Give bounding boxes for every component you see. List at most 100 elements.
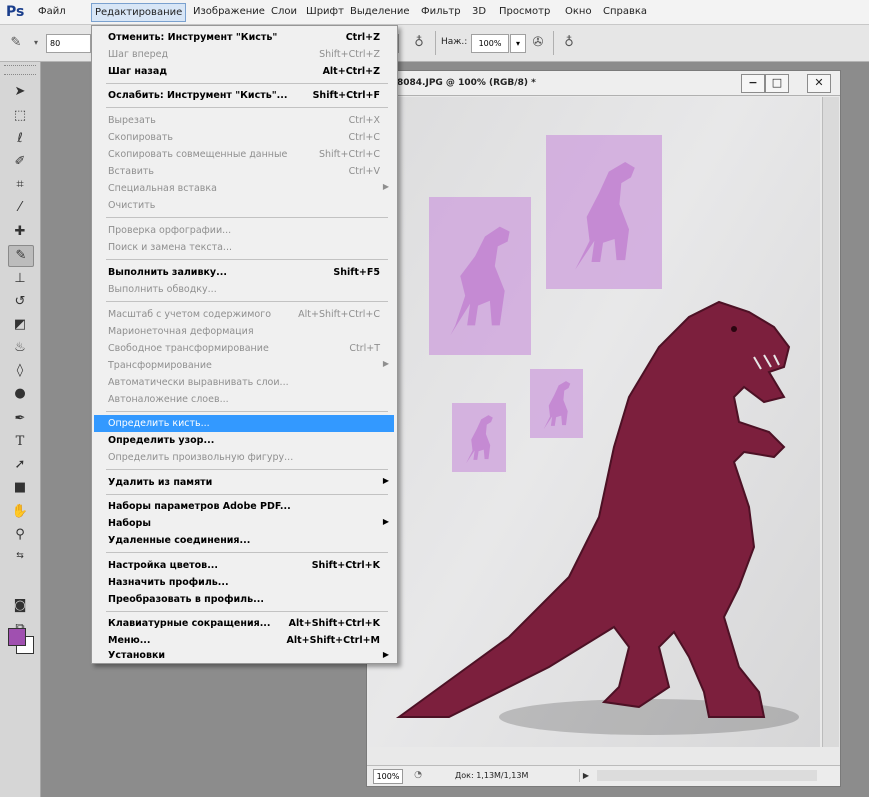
menu-item-define-brush[interactable]: Определить кисть... bbox=[94, 415, 394, 432]
path-selection-tool-icon[interactable]: ➚ bbox=[8, 455, 32, 475]
quick-mask-icon[interactable]: ◙ bbox=[8, 596, 32, 616]
foreground-color-swatch[interactable] bbox=[8, 628, 26, 646]
brush-tool-preset-icon[interactable]: ✎ bbox=[6, 33, 26, 53]
menu-select[interactable]: Выделение bbox=[350, 6, 410, 17]
panel-grip[interactable] bbox=[4, 65, 36, 75]
menu-item-paste[interactable]: Вставить Ctrl+V bbox=[94, 163, 394, 180]
menu-item-stroke[interactable]: Выполнить обводку... bbox=[94, 281, 394, 298]
menu-item-find-replace[interactable]: Поиск и замена текста... bbox=[94, 239, 394, 256]
menu-view[interactable]: Просмотр bbox=[499, 6, 550, 17]
marquee-tool-icon[interactable]: ⬚ bbox=[8, 106, 32, 126]
menu-separator bbox=[106, 411, 388, 412]
menu-item-cut[interactable]: Вырезать Ctrl+X bbox=[94, 112, 394, 129]
options-field-edge bbox=[398, 34, 399, 53]
menu-item-define-pattern[interactable]: Определить узор... bbox=[94, 432, 394, 449]
menu-item-step-forward[interactable]: Шаг вперед Shift+Ctrl+Z bbox=[94, 46, 394, 63]
flow-dropdown-button[interactable]: ▾ bbox=[510, 34, 526, 53]
maximize-button[interactable]: □ bbox=[765, 74, 789, 93]
menu-window[interactable]: Окно bbox=[565, 6, 592, 17]
dodge-tool-icon[interactable]: ● bbox=[8, 384, 32, 404]
healing-brush-tool-icon[interactable]: ✚ bbox=[8, 222, 32, 242]
preset-dropdown-icon[interactable]: ▾ bbox=[26, 33, 46, 53]
swap-colors-icon[interactable]: ⇆ bbox=[8, 546, 32, 566]
menu-item-transform[interactable]: Трансформирование ▶ bbox=[94, 357, 394, 374]
minimize-button[interactable]: − bbox=[741, 74, 765, 93]
menu-separator bbox=[106, 83, 388, 84]
size-pressure-icon[interactable]: ♁ bbox=[559, 33, 579, 53]
eraser-tool-icon[interactable]: ◩ bbox=[8, 315, 32, 335]
menu-edit[interactable]: Редактирование bbox=[91, 3, 187, 22]
submenu-arrow-icon: ▶ bbox=[382, 359, 389, 368]
menu-item-purge[interactable]: Удалить из памяти ▶ bbox=[94, 474, 394, 491]
menu-item-define-custom-shape[interactable]: Определить произвольную фигуру... bbox=[94, 449, 394, 466]
history-brush-tool-icon[interactable]: ↺ bbox=[8, 292, 32, 312]
hand-tool-icon[interactable]: ✋ bbox=[8, 502, 32, 522]
menu-item-keyboard-shortcuts[interactable]: Клавиатурные сокращения... Alt+Shift+Ctr… bbox=[94, 615, 394, 632]
menu-item-convert-to-profile[interactable]: Преобразовать в профиль... bbox=[94, 591, 394, 608]
menu-item-paste-special[interactable]: Специальная вставка ▶ bbox=[94, 180, 394, 197]
menu-item-preferences[interactable]: Установки ▶ bbox=[94, 649, 394, 661]
menu-item-undo[interactable]: Отменить: Инструмент "Кисть" Ctrl+Z bbox=[94, 29, 394, 46]
rectangle-tool-icon[interactable]: ■ bbox=[8, 478, 32, 498]
menu-item-clear[interactable]: Очистить bbox=[94, 197, 394, 214]
menu-layers[interactable]: Слои bbox=[271, 6, 297, 17]
move-tool-icon[interactable]: ➤ bbox=[8, 82, 32, 102]
zoom-level-input[interactable]: 100% bbox=[373, 769, 403, 784]
menu-item-copy[interactable]: Скопировать Ctrl+C bbox=[94, 129, 394, 146]
pen-tool-icon[interactable]: ✒ bbox=[8, 409, 32, 429]
menu-item-fade[interactable]: Ослабить: Инструмент "Кисть"... Shift+Ct… bbox=[94, 87, 394, 104]
dinosaur-photo bbox=[395, 300, 799, 735]
menu-item-step-backward[interactable]: Шаг назад Alt+Ctrl+Z bbox=[94, 63, 394, 80]
status-menu-arrow-icon[interactable]: ▶ bbox=[579, 769, 592, 782]
menu-image[interactable]: Изображение bbox=[193, 6, 265, 17]
clone-stamp-tool-icon[interactable]: ⊥ bbox=[8, 269, 32, 289]
blur-tool-icon[interactable]: ◊ bbox=[8, 361, 32, 381]
document-canvas[interactable] bbox=[369, 97, 820, 747]
menu-help[interactable]: Справка bbox=[603, 6, 647, 17]
opacity-pressure-icon[interactable]: ♁ bbox=[409, 33, 429, 53]
document-title: 8084.JPG @ 100% (RGB/8) * bbox=[397, 78, 536, 88]
horizontal-scrollbar[interactable] bbox=[597, 770, 817, 781]
document-status-bar: 100% ◔ Док: 1,13M/1,13M ▶ bbox=[367, 765, 840, 786]
menu-item-content-aware-scale[interactable]: Масштаб с учетом содержимого Alt+Shift+C… bbox=[94, 306, 394, 323]
menu-item-check-spelling[interactable]: Проверка орфографии... bbox=[94, 222, 394, 239]
menu-separator bbox=[106, 217, 388, 218]
brush-size-picker[interactable]: 80 bbox=[46, 34, 91, 53]
quick-selection-tool-icon[interactable]: ✐ bbox=[8, 152, 32, 172]
menu-item-remote-connections[interactable]: Удаленные соединения... bbox=[94, 532, 394, 549]
crop-tool-icon[interactable]: ⌗ bbox=[8, 175, 32, 195]
tools-panel: ➤ ⬚ ℓ ✐ ⌗ ⁄ ✚ ✎ ⊥ ↺ ◩ ♨ ◊ ● ✒ T ➚ ■ ✋ ⚲ … bbox=[0, 62, 41, 797]
type-tool-icon[interactable]: T bbox=[8, 432, 32, 452]
paint-bucket-tool-icon[interactable]: ♨ bbox=[8, 338, 32, 358]
menu-separator bbox=[106, 259, 388, 260]
menu-item-fill[interactable]: Выполнить заливку... Shift+F5 bbox=[94, 264, 394, 281]
lasso-tool-icon[interactable]: ℓ bbox=[8, 129, 32, 149]
eyedropper-tool-icon[interactable]: ⁄ bbox=[8, 198, 32, 218]
flow-input[interactable]: 100% bbox=[471, 34, 509, 53]
menu-item-color-settings[interactable]: Настройка цветов... Shift+Ctrl+K bbox=[94, 557, 394, 574]
vertical-scrollbar[interactable] bbox=[822, 97, 839, 747]
submenu-arrow-icon: ▶ bbox=[382, 476, 389, 485]
menu-item-free-transform[interactable]: Свободное трансформирование Ctrl+T bbox=[94, 340, 394, 357]
airbrush-icon[interactable]: ✇ bbox=[528, 33, 548, 53]
status-info-icon[interactable]: ◔ bbox=[411, 769, 425, 782]
menu-item-auto-blend-layers[interactable]: Автоналожение слоев... bbox=[94, 391, 394, 408]
edit-menu-dropdown: Отменить: Инструмент "Кисть" Ctrl+Z Шаг … bbox=[91, 25, 398, 664]
menu-type[interactable]: Шрифт bbox=[306, 6, 344, 17]
menu-item-copy-merged[interactable]: Скопировать совмещенные данные Shift+Ctr… bbox=[94, 146, 394, 163]
menu-item-presets[interactable]: Наборы ▶ bbox=[94, 515, 394, 532]
menu-item-adobe-pdf-presets[interactable]: Наборы параметров Adobe PDF... bbox=[94, 498, 394, 515]
zoom-tool-icon[interactable]: ⚲ bbox=[8, 525, 32, 545]
brush-tool-icon[interactable]: ✎ bbox=[8, 245, 34, 267]
flow-label: Наж.: bbox=[441, 37, 468, 47]
menu-filter[interactable]: Фильтр bbox=[421, 6, 461, 17]
menu-item-auto-align-layers[interactable]: Автоматически выравнивать слои... bbox=[94, 374, 394, 391]
menu-item-menus[interactable]: Меню... Alt+Shift+Ctrl+M bbox=[94, 632, 394, 649]
document-title-bar[interactable]: 8084.JPG @ 100% (RGB/8) * − □ ✕ bbox=[367, 71, 840, 96]
close-button[interactable]: ✕ bbox=[807, 74, 831, 93]
menu-3d[interactable]: 3D bbox=[472, 6, 486, 17]
menu-file[interactable]: Файл bbox=[38, 6, 66, 17]
menu-item-assign-profile[interactable]: Назначить профиль... bbox=[94, 574, 394, 591]
menu-item-puppet-warp[interactable]: Марионеточная деформация bbox=[94, 323, 394, 340]
menu-separator bbox=[106, 107, 388, 108]
